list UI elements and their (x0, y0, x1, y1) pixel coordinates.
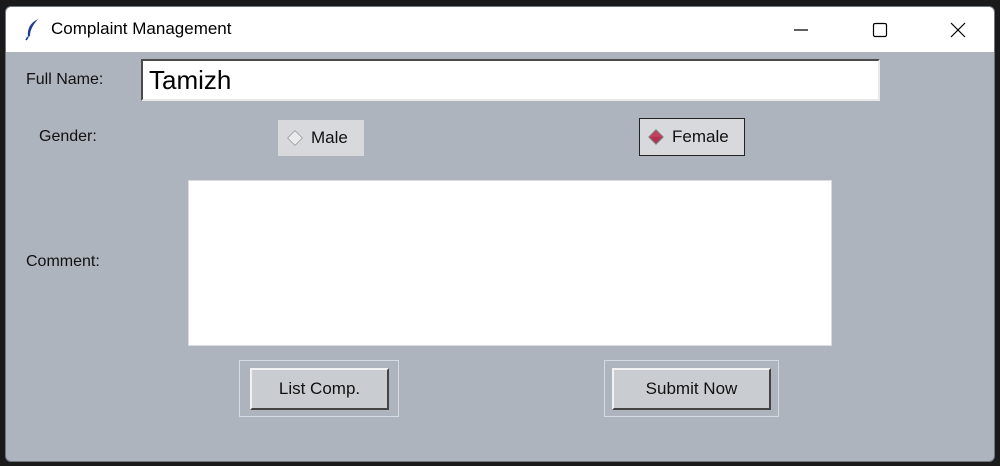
feather-icon (22, 17, 44, 41)
close-icon (950, 22, 966, 37)
full-name-label: Full Name: (26, 71, 104, 88)
title-bar[interactable]: Complaint Management (6, 7, 994, 52)
radio-checked-icon (648, 129, 664, 145)
comment-label: Comment: (26, 253, 100, 270)
list-complaints-button[interactable]: List Comp. (250, 368, 389, 410)
gender-label: Gender: (39, 128, 97, 145)
maximize-icon (872, 22, 888, 37)
radio-unchecked-icon (287, 130, 303, 146)
radio-male[interactable]: Male (278, 120, 364, 156)
radio-female-label: Female (672, 127, 729, 146)
close-button[interactable] (928, 7, 988, 52)
minimize-button[interactable] (771, 7, 831, 52)
comment-textarea[interactable] (188, 180, 832, 346)
full-name-input[interactable] (141, 59, 880, 101)
maximize-button[interactable] (850, 7, 910, 52)
minimize-icon (794, 28, 808, 31)
window-title: Complaint Management (51, 19, 232, 38)
radio-male-label: Male (311, 128, 348, 147)
submit-now-button[interactable]: Submit Now (612, 368, 771, 410)
radio-female[interactable]: Female (639, 118, 745, 156)
app-window: Complaint Management Full Name: Gender: … (5, 6, 995, 462)
